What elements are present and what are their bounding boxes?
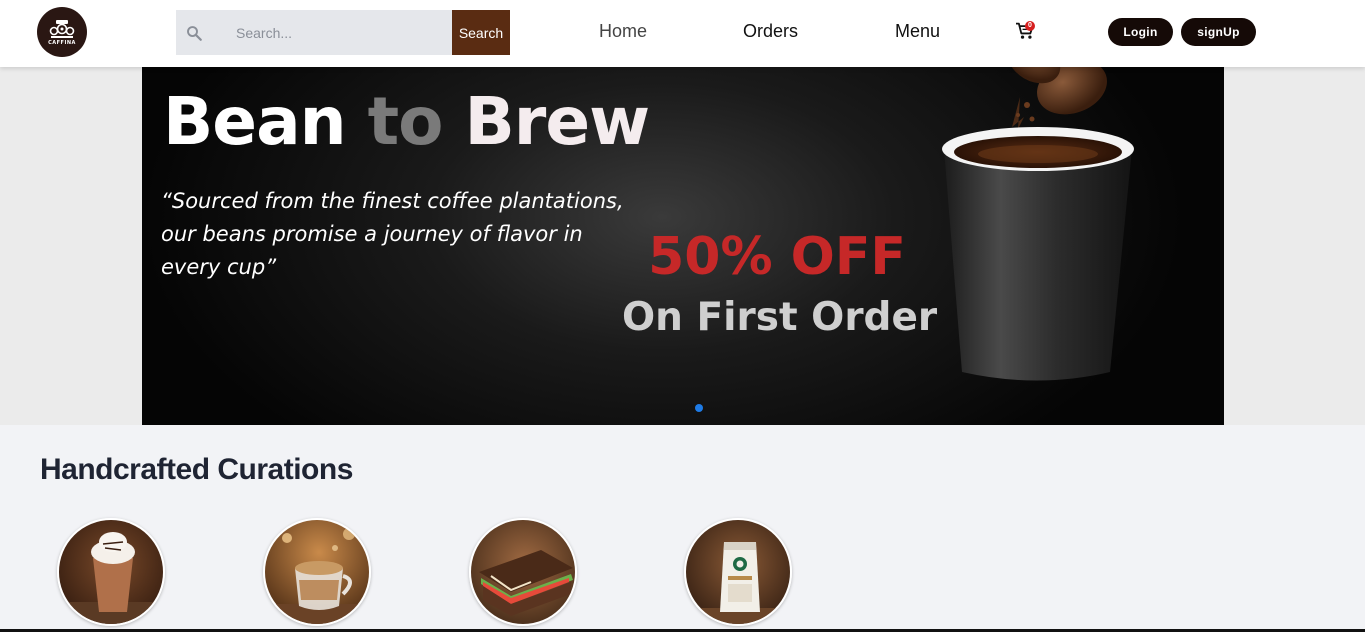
search-input[interactable]	[236, 10, 446, 55]
hero-quote: “Sourced from the finest coffee plantati…	[161, 189, 624, 279]
search-button[interactable]: Search	[452, 10, 510, 55]
section-title-curations: Handcrafted Curations	[40, 453, 353, 486]
sandwich-image	[471, 520, 575, 624]
hero-title-brew: Brew	[464, 83, 650, 160]
offer-subheadline: On First Order	[622, 295, 938, 340]
coffee-beans-bag-image	[686, 520, 790, 624]
brand-logo-text: CAFFINA	[48, 39, 76, 46]
search-field-container[interactable]	[176, 10, 452, 55]
cart-button[interactable]: 0	[1015, 21, 1037, 42]
hero-title: Bean to Brew	[163, 83, 650, 160]
hero-title-bean: Bean	[163, 83, 347, 160]
latte-image	[265, 520, 369, 624]
signup-button[interactable]: signUp	[1181, 18, 1256, 46]
offer-headline: 50% OFF	[648, 227, 906, 287]
coffee-cups-logo-icon	[49, 19, 75, 38]
brand-logo[interactable]: CAFFINA	[37, 7, 87, 57]
curation-item-sandwich[interactable]	[469, 518, 577, 626]
curation-item-frappuccino[interactable]	[57, 518, 165, 626]
hero-banner-slide: Bean to Brew “Sourced from the finest co…	[142, 67, 1224, 425]
search-bar: Search	[176, 10, 510, 55]
search-icon	[187, 26, 202, 41]
carousel-indicator-dot[interactable]	[695, 404, 703, 412]
coffee-cup-image	[942, 67, 1134, 381]
nav-home-link[interactable]: Home	[599, 21, 647, 42]
top-navbar: CAFFINA Search Home Orders Menu 0 Login …	[0, 0, 1365, 67]
login-button[interactable]: Login	[1108, 18, 1173, 46]
curation-item-coffee-bag[interactable]	[684, 518, 792, 626]
curation-item-latte[interactable]	[263, 518, 371, 626]
frappuccino-image	[59, 520, 163, 624]
cart-count-badge: 0	[1025, 21, 1035, 31]
hero-title-to: to	[367, 83, 444, 160]
nav-menu-link[interactable]: Menu	[895, 21, 940, 42]
nav-orders-link[interactable]: Orders	[743, 21, 798, 42]
